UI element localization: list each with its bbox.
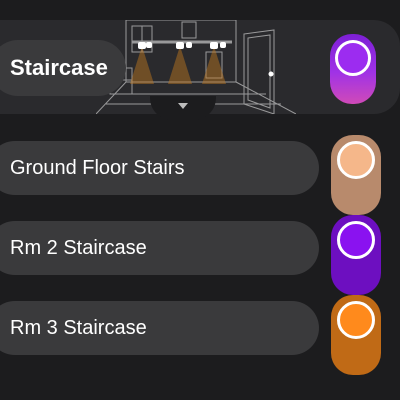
collapse-button[interactable] bbox=[150, 96, 216, 120]
rm-2-staircase-toggle[interactable] bbox=[331, 215, 381, 295]
rm-3-staircase-toggle[interactable] bbox=[331, 295, 381, 375]
toggle-knob bbox=[337, 301, 375, 339]
staircase-title-pill[interactable]: Staircase bbox=[0, 40, 126, 96]
light-label: Rm 3 Staircase bbox=[10, 316, 147, 339]
page-title: Staircase bbox=[10, 55, 108, 80]
light-row-ground-floor-stairs[interactable]: Ground Floor Stairs bbox=[0, 141, 319, 195]
light-label: Rm 2 Staircase bbox=[10, 236, 147, 259]
toggle-knob bbox=[335, 40, 371, 76]
toggle-knob bbox=[337, 141, 375, 179]
light-row-rm-3-staircase[interactable]: Rm 3 Staircase bbox=[0, 301, 319, 355]
staircase-toggle[interactable] bbox=[330, 34, 376, 104]
ground-floor-stairs-toggle[interactable] bbox=[331, 135, 381, 215]
toggle-knob bbox=[337, 221, 375, 259]
light-row-rm-2-staircase[interactable]: Rm 2 Staircase bbox=[0, 221, 319, 275]
chevron-down-icon bbox=[178, 103, 188, 109]
light-label: Ground Floor Stairs bbox=[10, 156, 185, 179]
